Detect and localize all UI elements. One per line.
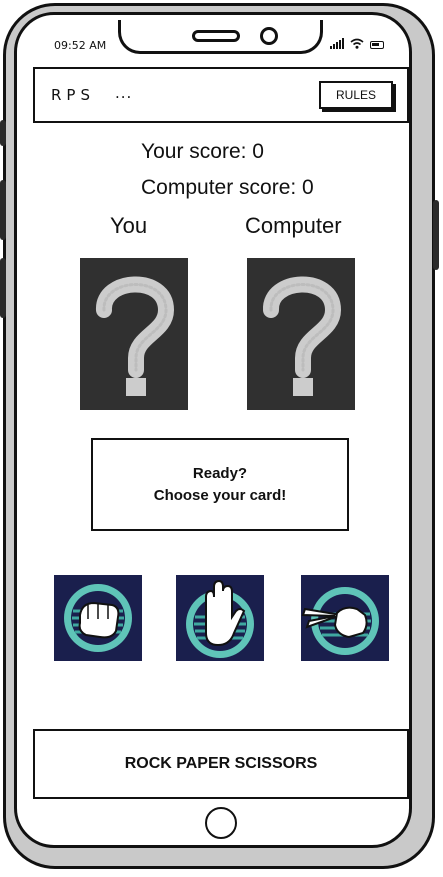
paper-hand-icon xyxy=(176,575,264,661)
scissors-button[interactable] xyxy=(301,575,389,661)
computer-score: Computer score: 0 xyxy=(141,176,314,199)
phone-power-button xyxy=(433,200,439,270)
app-logo[interactable]: RPS xyxy=(51,86,95,104)
player-card: ? xyxy=(80,258,188,410)
phone-volume-button xyxy=(0,180,6,240)
scissors-hand-icon xyxy=(301,575,389,661)
result-line-1: Ready? xyxy=(192,464,248,482)
app-header: RPS ... RULES xyxy=(33,67,409,123)
battery-icon xyxy=(370,41,384,49)
result-line-2: Choose your card! xyxy=(153,486,287,504)
player-label: You xyxy=(110,213,148,238)
wifi-icon xyxy=(350,38,364,49)
question-mark-icon: ? xyxy=(247,258,355,410)
camera-icon xyxy=(260,27,278,45)
phone-volume-button xyxy=(0,258,6,318)
phone-volume-button xyxy=(0,120,6,146)
rock-hand-icon xyxy=(54,575,142,661)
question-mark-icon: ? xyxy=(80,258,188,410)
computer-label: Computer xyxy=(245,213,342,238)
rules-button[interactable]: RULES xyxy=(319,81,393,109)
paper-button[interactable] xyxy=(176,575,264,661)
result-message: Ready? Choose your card! xyxy=(91,438,349,531)
rock-button[interactable] xyxy=(54,575,142,661)
player-score: Your score: 0 xyxy=(141,140,264,163)
computer-card: ? xyxy=(247,258,355,410)
app-footer: ROCK PAPER SCISSORS xyxy=(33,729,409,799)
status-time: 09:52 AM xyxy=(54,39,107,52)
home-button[interactable] xyxy=(205,807,237,839)
phone-screen xyxy=(14,12,412,848)
status-icons xyxy=(330,38,384,49)
speaker-icon xyxy=(192,30,240,42)
signal-icon xyxy=(330,38,344,49)
menu-icon[interactable]: ... xyxy=(115,84,132,102)
footer-title: ROCK PAPER SCISSORS xyxy=(124,755,318,772)
